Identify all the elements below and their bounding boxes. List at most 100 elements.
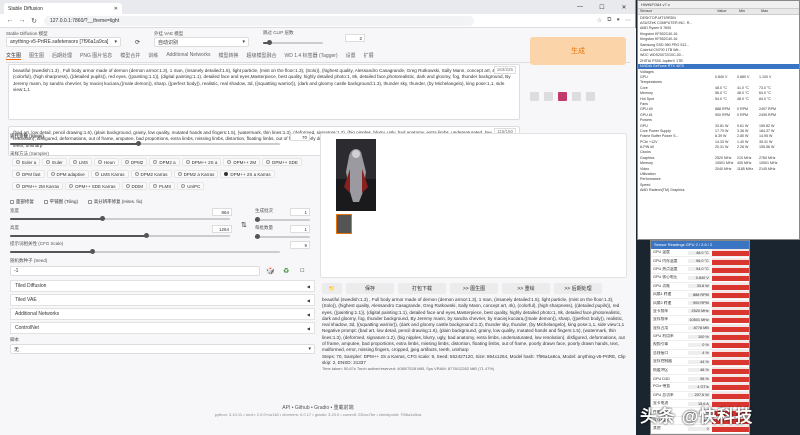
sampler-option[interactable]: DPM adaptive [46,170,89,178]
tab-convert[interactable]: 模型转换 [219,52,239,60]
sampler-option[interactable]: DPM++ 2M [223,158,261,166]
close-tab-icon[interactable]: ✕ [114,6,118,12]
swap-dimensions-icon[interactable]: ⇅ [241,221,247,229]
batch-count-slider[interactable] [255,217,310,222]
sensor-row[interactable]: AMD Radeon(TM) Graphics [638,188,799,193]
star-icon[interactable]: ☆ [597,17,602,24]
sampler-option[interactable]: DPM2 [120,158,148,166]
accordion-tiled-vae[interactable]: Tiled VAE ◀ [10,294,315,306]
width-input[interactable]: 864 [212,208,232,216]
sampler-option[interactable]: Euler a [12,158,41,166]
generate-button[interactable]: 生成 [530,37,626,65]
refresh-model-icon[interactable]: ⟳ [135,39,140,46]
tab-img2img[interactable]: 图生图 [29,52,44,60]
sensor-row[interactable]: 8-PIN #0 20.31 W 2.26 W 155.56 W [638,144,799,149]
tab-train[interactable]: 训练 [148,52,158,60]
sensor-row[interactable]: GPU #1 900 RPM 0 RPM 2495 RPM [638,112,799,117]
footer-links[interactable]: API • Github • Gradio • 重載前端 [0,404,636,411]
recycle-icon[interactable]: ♻ [283,267,289,275]
send-to-inpaint-button[interactable]: >> 重绘 [502,283,550,294]
send-to-extras-button[interactable]: >> 后期处理 [554,283,602,294]
cfg-input[interactable]: 9 [290,241,310,249]
tab-merge[interactable]: 模型合并 [120,52,140,60]
accordion-tiled-diffusion[interactable]: Tiled Diffusion ◀ [10,280,315,292]
cfg-slider[interactable] [10,249,280,254]
reload-icon[interactable]: ↻ [28,17,40,25]
style-icon[interactable] [558,92,567,101]
browser-tab[interactable]: Stable Diffusion ✕ [4,3,122,14]
sensor-row[interactable]: Memory 10501 MHz 405 MHz 10501 MHz [638,161,799,166]
sensor-row[interactable]: GPU #0 888 RPM 0 RPM 2497 RPM [638,107,799,112]
height-input[interactable]: 1264 [212,225,232,233]
sensor-row[interactable]: Graphics 2520 MHz 210 MHz 2760 MHz [638,155,799,160]
height-slider[interactable] [10,233,230,238]
folder-button[interactable]: 📁 [322,283,342,294]
save-button[interactable]: 保存 [346,283,394,294]
hires-checkbox[interactable]: 高分辨率修复 (Hires. fix) [87,199,142,205]
sampler-option[interactable]: Euler [42,158,67,166]
sensor-row[interactable]: Video 2040 MHz 1185 MHz 2145 MHz [638,166,799,171]
sampler-option[interactable]: DPM fast [12,170,45,178]
dice-icon[interactable]: 🎲 [266,267,275,275]
tab-super-merge[interactable]: 超级模型融合 [247,52,277,60]
clip-slider[interactable] [263,40,324,45]
sensor-row[interactable]: Memory 56.0 °C 48.0 °C 64.0 °C [638,90,799,95]
width-slider[interactable] [10,216,230,221]
forward-icon[interactable]: → [16,17,28,24]
batch-size-input[interactable]: 1 [290,225,310,233]
sampler-option[interactable]: Heun [94,158,119,166]
generated-image[interactable] [336,139,376,211]
maximize-button[interactable]: ☐ [591,4,613,11]
sampler-option[interactable]: DDIM [121,182,148,190]
sampler-option[interactable]: DPM2 a [149,158,180,166]
accordion-additional-networks[interactable]: Additional Networks ◀ [10,308,315,320]
sensor-row[interactable]: PCIe +12V 14.33 W 1.40 W 35.31 W [638,139,799,144]
sampler-option[interactable]: UniPC [177,182,205,190]
model-select[interactable]: anything-v5-PrtRE.safetensors [7f96a1a9c… [6,37,121,47]
back-icon[interactable]: ← [4,17,16,24]
batch-count-input[interactable]: 1 [290,208,310,216]
sensor-row[interactable]: Core 48.0 °C 41.0 °C 73.0 °C [638,85,799,90]
menu-icon[interactable]: ⋯ [625,17,631,24]
sampler-option[interactable]: DPM++ SDE [262,158,302,166]
sampler-option[interactable]: LMS [68,158,93,166]
vae-select[interactable]: 自动识别 ▾ [154,37,250,47]
clip-input[interactable]: 2 [345,34,366,42]
seed-input[interactable]: -1 [10,266,260,276]
sampler-option[interactable]: DPM++ 2M Karras [12,182,64,190]
tab-png-info[interactable]: PNG 图片信息 [80,52,112,60]
sampler-option[interactable]: PLMS [149,182,176,190]
tab-settings[interactable]: 设置 [346,52,356,60]
image-thumbnail[interactable] [336,214,352,234]
sampler-option[interactable]: DPM++ 2S a Karras [220,170,275,178]
tab-txt2img[interactable]: 文生图 [6,52,22,60]
sensor-row[interactable]: GPU 0.840 V 0.880 V 1.100 V [638,74,799,79]
face-fix-checkbox[interactable]: 面部修复 [10,199,34,205]
close-window-button[interactable]: ✕ [613,4,635,11]
arrow-icon[interactable] [530,92,539,101]
sampler-option[interactable]: DPM2 a Karras [173,170,219,178]
positive-prompt[interactable]: 163/225 beautiful (swedish:1.3) , Full b… [8,64,520,120]
clipboard-icon[interactable] [572,92,581,101]
save-style-icon[interactable] [586,92,595,101]
tiling-checkbox[interactable]: 平铺图 (Tiling) [43,199,78,205]
extra-seed-checkbox[interactable]: ☐ [300,268,304,274]
tab-additional-networks[interactable]: Additional Networks [166,52,210,60]
sensor-row[interactable]: Hot Spot 54.0 °C 48.0 °C 84.0 °C [638,96,799,101]
sensor-row[interactable]: Frame Buffer Power S... 8.39 W 2.80 W 14.95… [638,134,799,139]
sampler-option[interactable]: DPM++ 2S a [181,158,222,166]
accordion-controlnet[interactable]: ControlNet ◀ [10,322,315,334]
zip-button[interactable]: 打包下载 [398,283,446,294]
address-bar[interactable]: 127.0.0.1:7860/?__theme=light [44,15,474,26]
script-select[interactable]: 无 ▾ [10,344,315,354]
sensor-row[interactable]: Core Power Supply 17.79 W 3.36 W 184.37 W [638,128,799,133]
sampler-option[interactable]: LMS Karras [90,170,129,178]
sampler-option[interactable]: DPM2 Karras [130,170,172,178]
extension-icon[interactable]: ⧉ [607,17,611,24]
tab-tagger[interactable]: WD 1.4 标签器 (Tagger) [285,52,338,60]
tab-extras[interactable]: 后期处理 [52,52,72,60]
batch-size-slider[interactable] [255,234,310,239]
sensor-row[interactable]: GPU 33.81 W 9.61 W 199.82 W [638,123,799,128]
trash-icon[interactable] [544,92,553,101]
sampler-option[interactable]: DPM++ SDE Karras [65,182,120,190]
